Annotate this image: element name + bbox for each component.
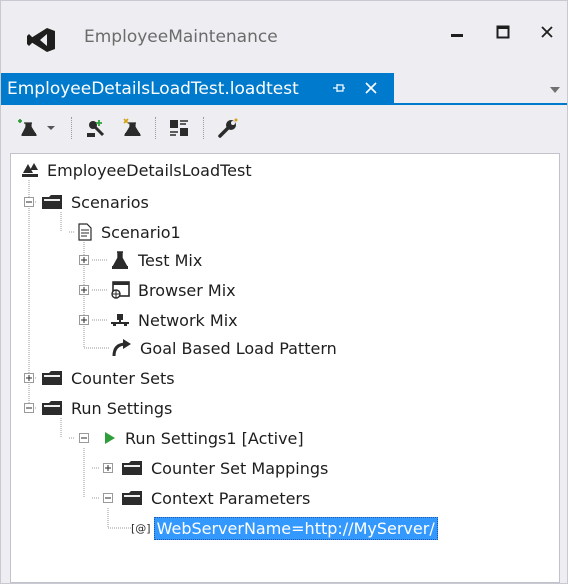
chevron-down-icon xyxy=(47,126,55,130)
tree-node-run-settings[interactable]: Run Settings xyxy=(41,395,172,421)
minimize-icon xyxy=(451,34,463,37)
node-label: Test Mix xyxy=(138,250,203,270)
manage-counter-sets-button[interactable] xyxy=(164,114,194,142)
tab-overflow-chevron-down-icon[interactable] xyxy=(549,85,561,95)
document-tab-strip: EmployeeDetailsLoadTest.loadtest xyxy=(1,69,567,105)
tree-node-test-mix[interactable]: Test Mix xyxy=(110,247,202,273)
add-counter-set-icon xyxy=(87,120,105,137)
node-label: Counter Sets xyxy=(71,368,175,388)
scenario-document-icon xyxy=(78,223,92,241)
app-title: EmployeeMaintenance xyxy=(84,27,278,47)
node-label: Counter Set Mappings xyxy=(151,458,329,478)
visual-studio-logo-icon xyxy=(27,28,55,52)
load-test-tree: EmployeeDetailsLoadTest Scenarios Scenar… xyxy=(10,153,560,583)
tab-accent-line xyxy=(1,103,567,105)
tree-node-counter-set-mappings[interactable]: Counter Set Mappings xyxy=(121,455,328,481)
close-window-button[interactable] xyxy=(529,17,565,47)
tree-node-context-parameters[interactable]: Context Parameters xyxy=(121,485,310,511)
ide-window: EmployeeMaintenance EmployeeDetailsLoadT… xyxy=(0,0,568,584)
toolbar-separator xyxy=(203,117,205,139)
node-label: Network Mix xyxy=(138,310,238,330)
network-mix-icon xyxy=(111,314,129,326)
folder-icon xyxy=(122,461,142,475)
properties-wrench-icon xyxy=(218,118,238,138)
load-pattern-arrow-icon xyxy=(112,339,131,357)
tree-node-load-pattern[interactable]: Goal Based Load Pattern xyxy=(110,335,337,361)
toolbar-separator xyxy=(71,117,73,139)
node-label: Goal Based Load Pattern xyxy=(140,338,337,358)
tree-node-run-settings1[interactable]: Run Settings1 [Active] xyxy=(103,425,304,451)
node-label: WebServerName=http://MyServer/ xyxy=(153,516,438,540)
test-mix-flask-icon xyxy=(111,251,129,269)
tab-loadtest-document[interactable]: EmployeeDetailsLoadTest.loadtest xyxy=(1,73,394,104)
pin-icon[interactable] xyxy=(331,80,347,96)
node-label: Run Settings xyxy=(71,398,173,418)
title-bar: EmployeeMaintenance xyxy=(1,1,567,69)
tree-node-browser-mix[interactable]: Browser Mix xyxy=(110,277,236,303)
node-label: Scenario1 xyxy=(101,222,181,242)
properties-button[interactable] xyxy=(213,114,243,142)
minimize-button[interactable] xyxy=(439,17,475,47)
add-scenario-button[interactable] xyxy=(13,114,59,142)
tree-node-network-mix[interactable]: Network Mix xyxy=(110,307,238,333)
node-label: Browser Mix xyxy=(138,280,236,300)
tree-node-web-server-name[interactable]: [@] WebServerName=http://MyServer/ xyxy=(131,515,438,541)
add-counter-set-button[interactable] xyxy=(81,114,111,142)
load-test-toolbar xyxy=(1,108,567,148)
folder-icon xyxy=(42,401,62,415)
node-label: EmployeeDetailsLoadTest xyxy=(47,160,252,180)
node-label: Run Settings1 [Active] xyxy=(125,428,304,448)
maximize-icon xyxy=(496,25,510,39)
tab-close-button[interactable] xyxy=(361,78,381,98)
browser-mix-icon xyxy=(111,281,130,299)
add-test-button[interactable] xyxy=(116,114,146,142)
node-label: Scenarios xyxy=(71,192,149,212)
manage-counter-sets-icon xyxy=(170,120,188,136)
context-parameter-icon: [@] xyxy=(131,521,151,535)
tree-node-scenario1[interactable]: Scenario1 xyxy=(77,219,181,245)
tree-node-load-test[interactable]: EmployeeDetailsLoadTest xyxy=(21,157,252,183)
tab-label: EmployeeDetailsLoadTest.loadtest xyxy=(7,78,299,99)
node-label: Context Parameters xyxy=(151,488,311,508)
maximize-button[interactable] xyxy=(485,17,521,47)
close-icon xyxy=(365,82,377,94)
add-scenario-icon xyxy=(18,119,38,136)
folder-icon xyxy=(42,195,62,209)
tree-node-scenarios[interactable]: Scenarios xyxy=(41,189,149,215)
folder-icon xyxy=(122,491,142,505)
add-test-icon xyxy=(123,118,142,136)
load-test-icon xyxy=(22,163,38,177)
play-icon xyxy=(105,432,115,444)
toolbar-separator xyxy=(155,117,157,139)
folder-icon xyxy=(42,371,62,385)
close-icon xyxy=(541,26,553,38)
tree-node-counter-sets[interactable]: Counter Sets xyxy=(41,365,175,391)
